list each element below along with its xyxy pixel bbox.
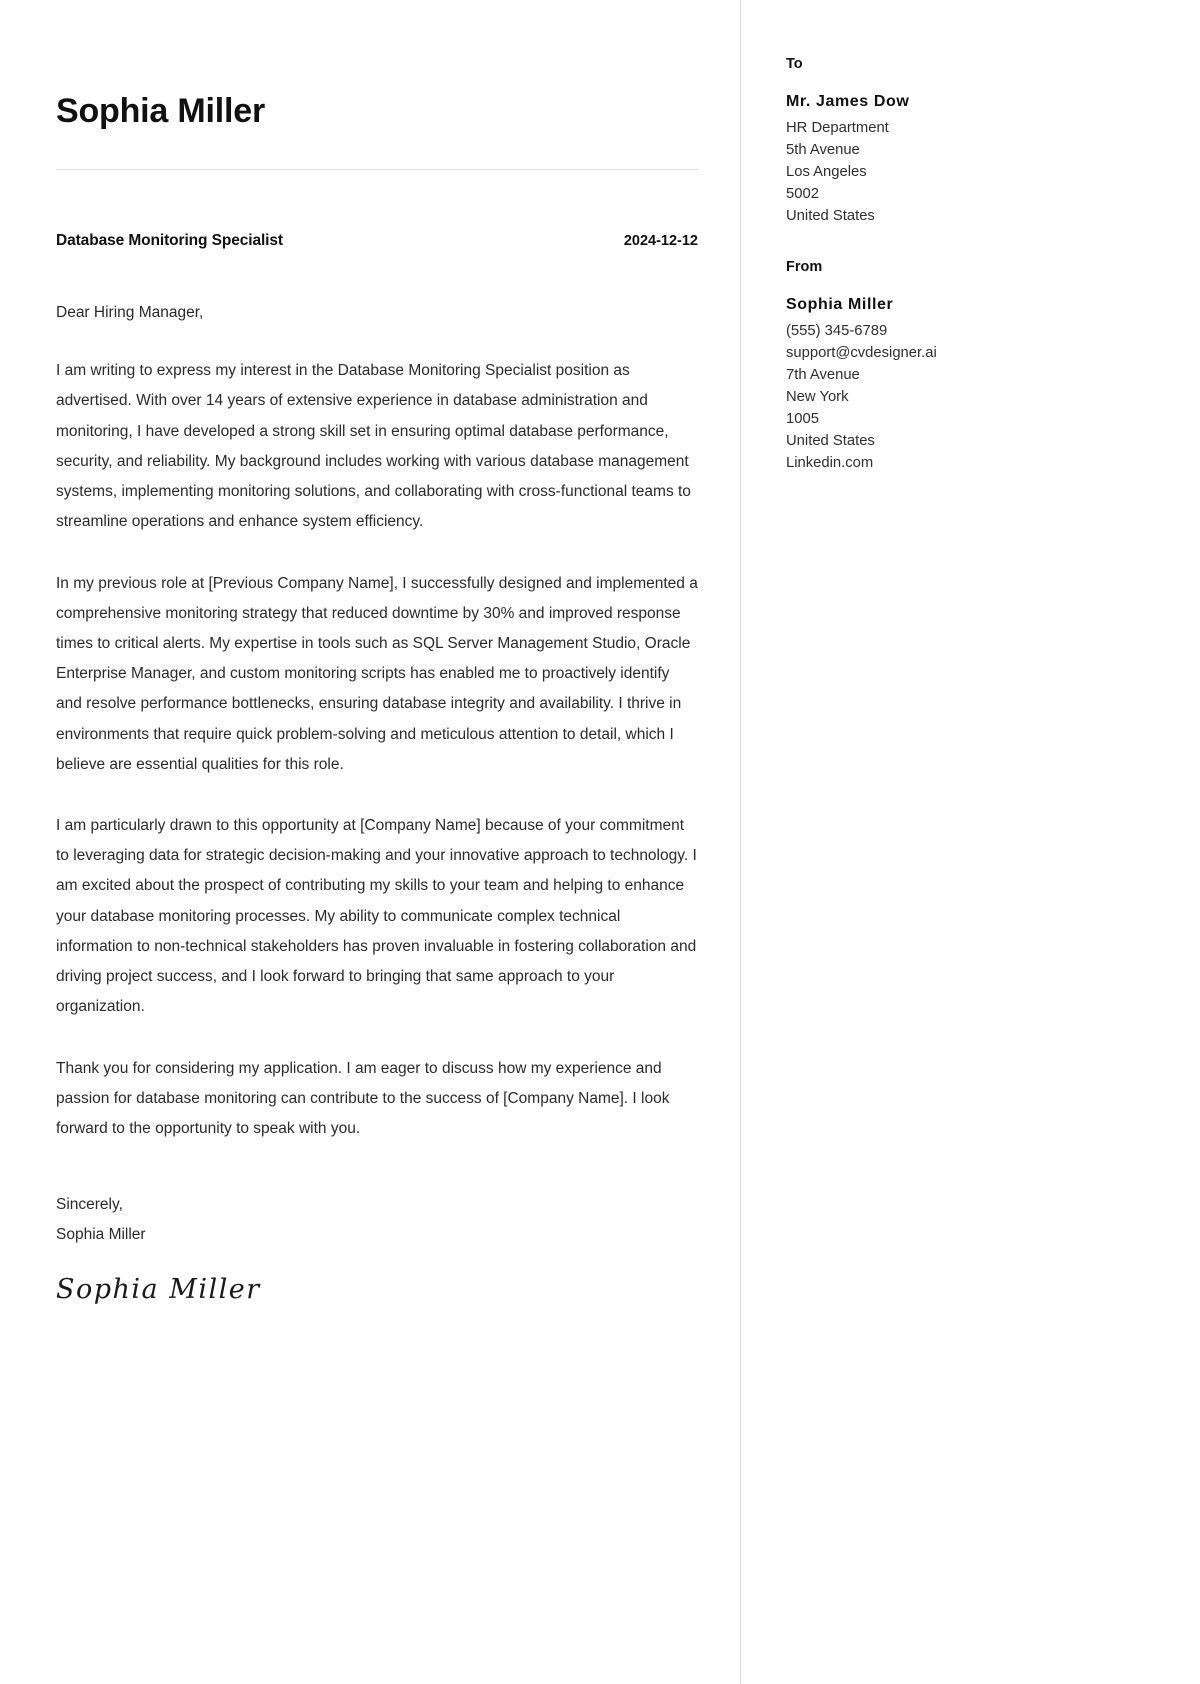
sender-block: From Sophia Miller (555) 345-6789 suppor… bbox=[786, 259, 1160, 474]
closing-block: Sincerely, Sophia Miller bbox=[56, 1190, 698, 1250]
sender-line: 1005 bbox=[786, 411, 819, 428]
closing-name: Sophia Miller bbox=[56, 1226, 146, 1244]
recipient-heading: To bbox=[786, 56, 803, 72]
recipient-line: HR Department bbox=[786, 120, 889, 136]
letter-paragraph-4: Thank you for considering my application… bbox=[56, 1059, 670, 1138]
recipient-block: To Mr. James Dow HR Department 5th Avenu… bbox=[786, 56, 1160, 227]
column-divider bbox=[740, 0, 741, 1684]
recipient-line: United States bbox=[786, 207, 875, 224]
cover-letter-page: Sophia Miller Database Monitoring Specia… bbox=[0, 0, 1200, 1684]
sender-linkedin: Linkedin.com bbox=[786, 454, 874, 471]
letter-date: 2024-12-12 bbox=[623, 233, 698, 250]
header-divider-rule bbox=[56, 169, 698, 171]
job-title-date-row: Database Monitoring Specialist 2024-12-1… bbox=[56, 232, 698, 250]
recipient-name: Mr. James Dow bbox=[786, 93, 910, 110]
sender-line: United States bbox=[786, 432, 875, 449]
contact-sidebar-column: To Mr. James Dow HR Department 5th Avenu… bbox=[740, 0, 1200, 1684]
recipient-line: Los Angeles bbox=[786, 163, 867, 180]
letter-paragraph-2: In my previous role at [Previous Company… bbox=[56, 574, 698, 773]
letter-paragraph-1: I am writing to express my interest in t… bbox=[56, 362, 691, 531]
sender-line: New York bbox=[786, 389, 849, 406]
letter-paragraph-3: I am particularly drawn to this opportun… bbox=[56, 817, 697, 1016]
sender-email: support@cvdesigner.ai bbox=[786, 345, 937, 362]
sender-name: Sophia Miller bbox=[786, 296, 894, 314]
recipient-line: 5th Avenue bbox=[786, 141, 860, 158]
closing-salutation: Sincerely, bbox=[56, 1196, 123, 1214]
page-title: Sophia Miller bbox=[56, 92, 265, 130]
sender-phone: (555) 345-6789 bbox=[786, 323, 888, 340]
sender-heading: From bbox=[786, 259, 823, 276]
sender-line: 7th Avenue bbox=[786, 367, 860, 384]
job-title: Database Monitoring Specialist bbox=[56, 232, 283, 250]
recipient-line: 5002 bbox=[786, 185, 819, 202]
salutation: Dear Hiring Manager, bbox=[56, 304, 204, 322]
letter-body-column: Sophia Miller Database Monitoring Specia… bbox=[0, 0, 740, 1684]
signature: Sophia Miller bbox=[56, 1273, 261, 1305]
